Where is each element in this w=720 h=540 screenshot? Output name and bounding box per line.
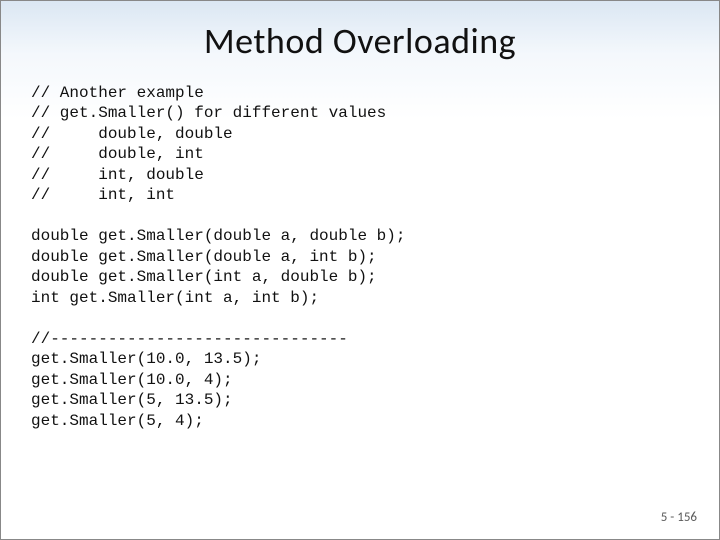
code-line: get.Smaller(10.0, 13.5);	[31, 350, 261, 368]
code-line: get.Smaller(5, 13.5);	[31, 391, 233, 409]
code-line: // int, double	[31, 166, 204, 184]
slide: Method Overloading // Another example //…	[0, 0, 720, 540]
code-line: get.Smaller(5, 4);	[31, 412, 204, 430]
code-line: // double, int	[31, 145, 204, 163]
code-line: get.Smaller(10.0, 4);	[31, 371, 233, 389]
code-line: // Another example	[31, 84, 204, 102]
code-line: //-------------------------------	[31, 330, 348, 348]
slide-title: Method Overloading	[31, 19, 689, 63]
code-line: // int, int	[31, 186, 175, 204]
code-line: double get.Smaller(int a, double b);	[31, 268, 377, 286]
code-line: double get.Smaller(double a, double b);	[31, 227, 405, 245]
code-line: // double, double	[31, 125, 233, 143]
code-line: int get.Smaller(int a, int b);	[31, 289, 319, 307]
code-line: double get.Smaller(double a, int b);	[31, 248, 377, 266]
code-block: // Another example // get.Smaller() for …	[31, 83, 689, 431]
code-line: // get.Smaller() for different values	[31, 104, 386, 122]
slide-number: 5 - 156	[661, 510, 697, 525]
